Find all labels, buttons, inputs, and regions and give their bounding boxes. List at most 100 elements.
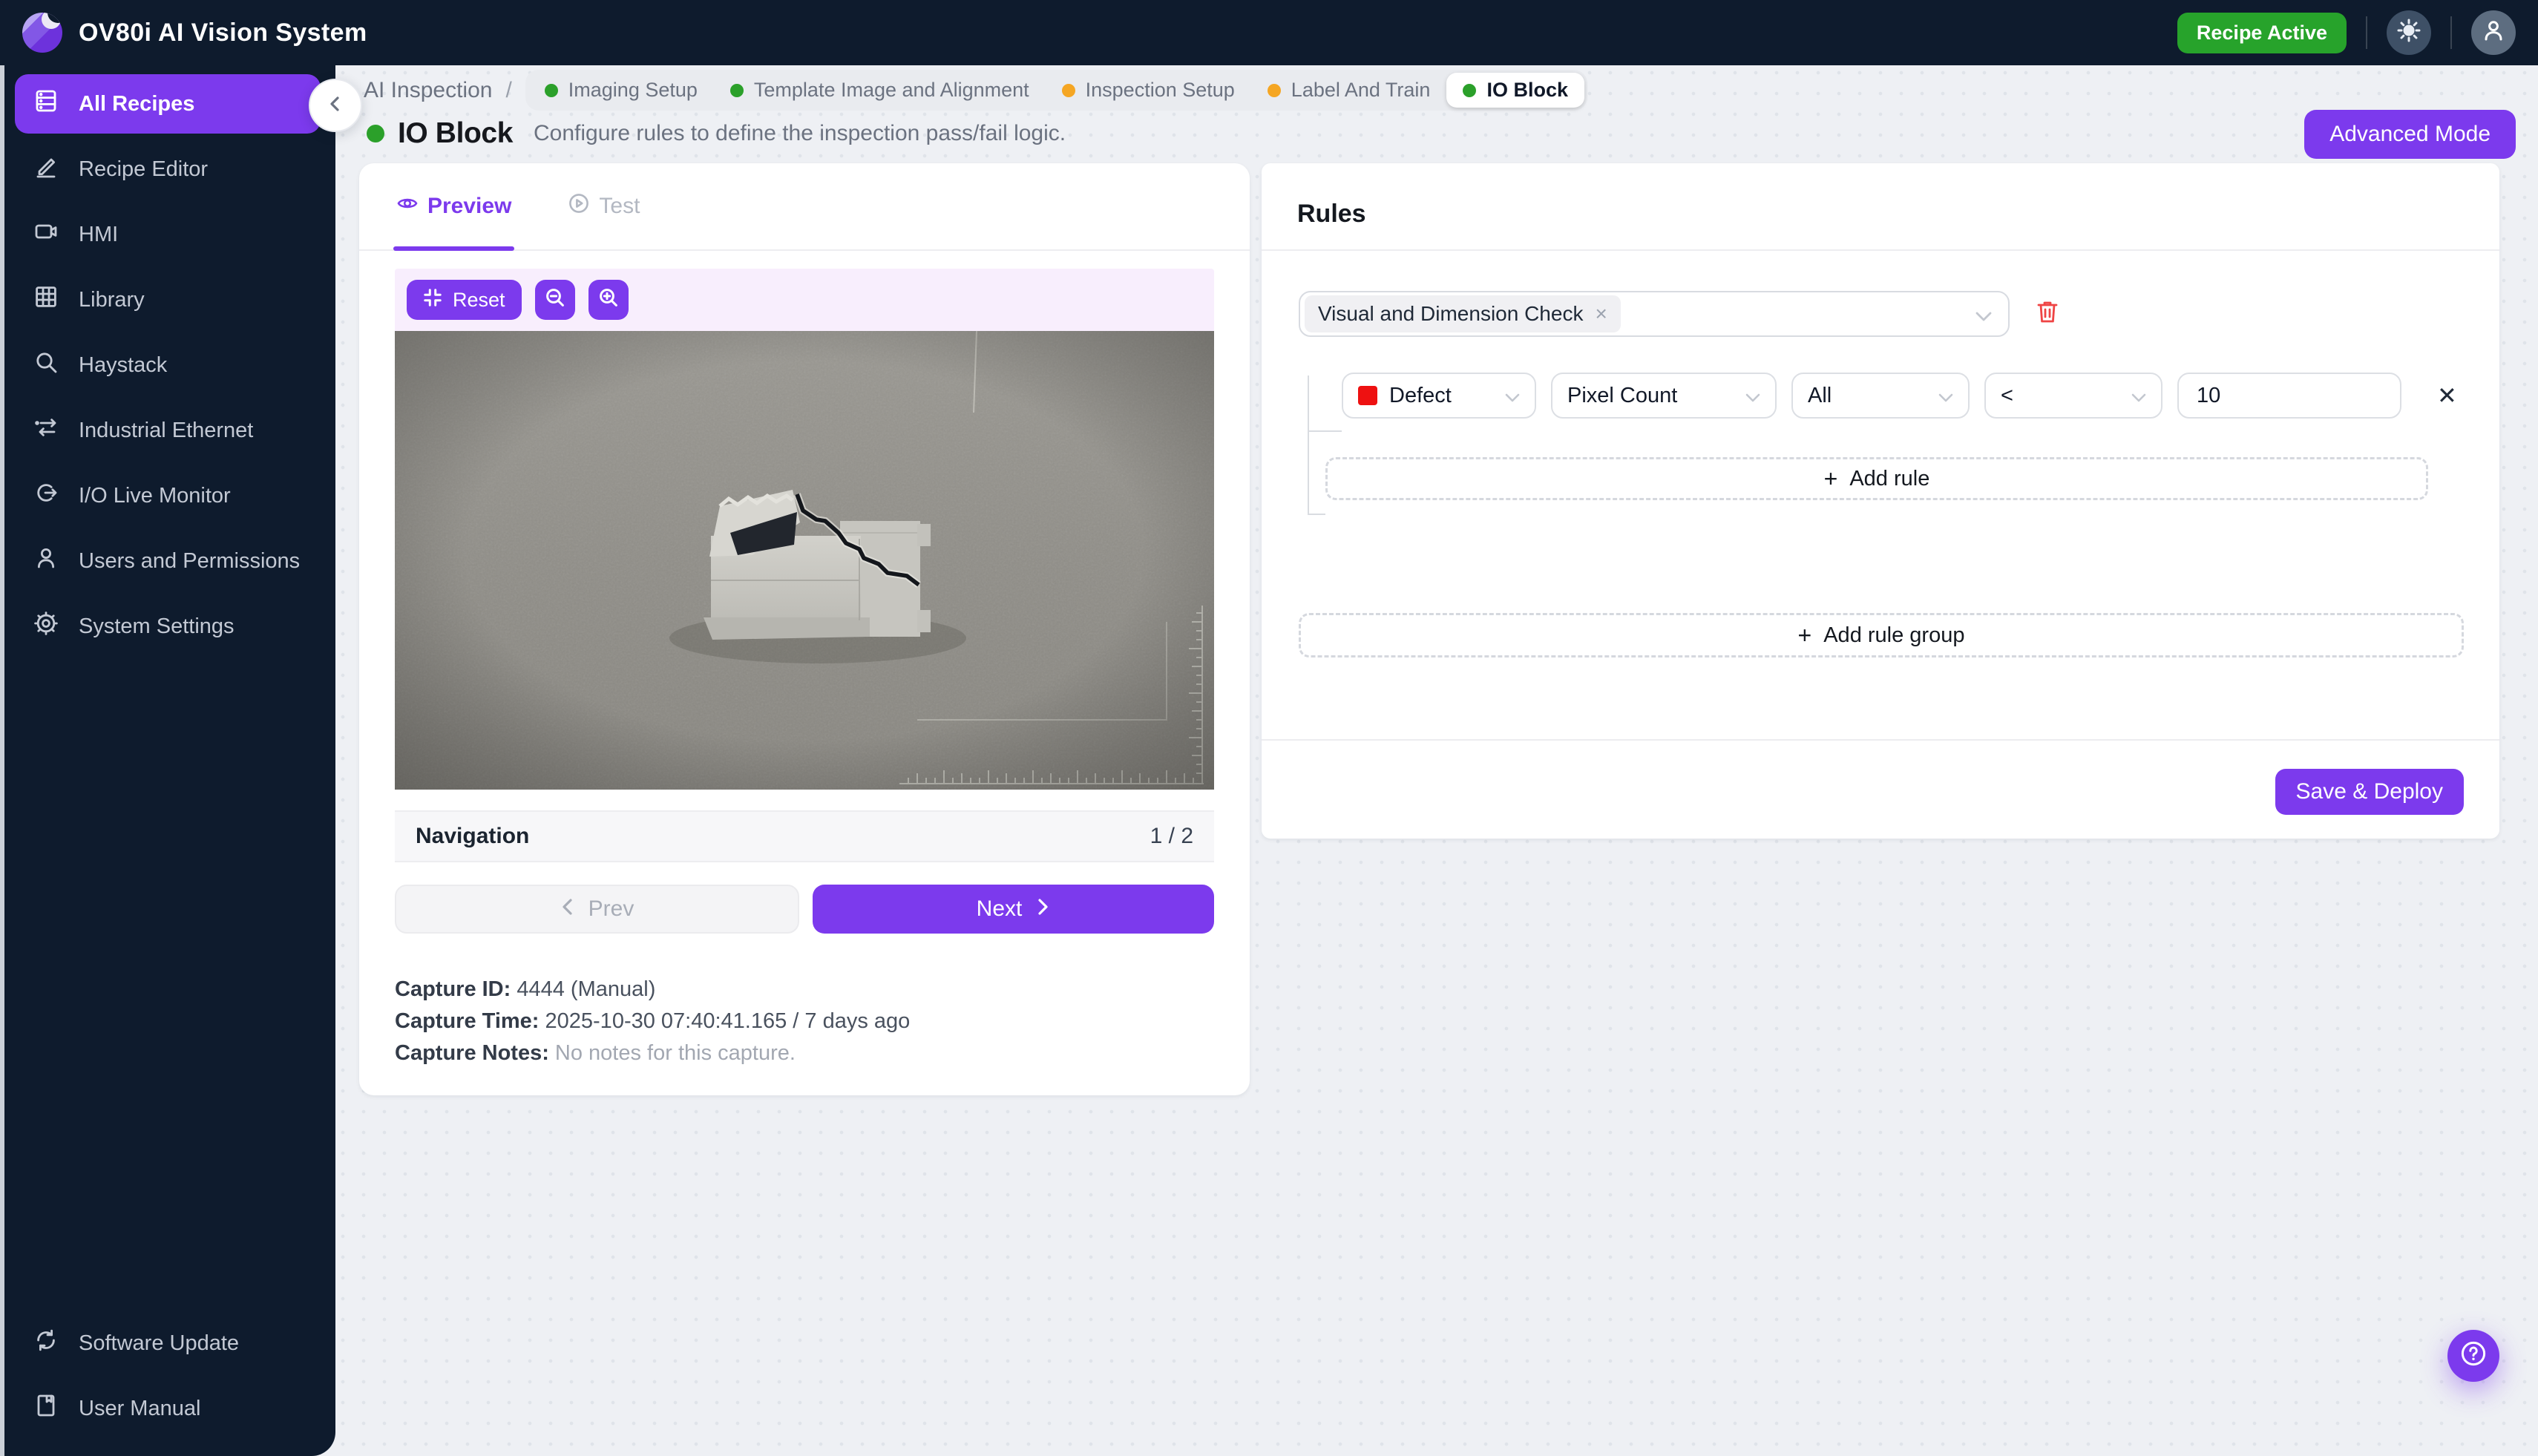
user-avatar[interactable] — [2471, 10, 2516, 55]
advanced-mode-button[interactable]: Advanced Mode — [2304, 110, 2516, 159]
capture-id-line: Capture ID: 4444 (Manual) — [395, 974, 1214, 1006]
sidebar-collapse-button[interactable] — [309, 79, 362, 132]
book-icon — [33, 1392, 59, 1425]
next-button[interactable]: Next — [813, 885, 1214, 934]
breadcrumb-root[interactable]: AI Inspection — [364, 78, 492, 103]
rule-scope-value: All — [1808, 383, 1832, 407]
rule-group-select[interactable]: Visual and Dimension Check × — [1299, 291, 2010, 337]
tab-label: Test — [599, 194, 640, 218]
prev-button[interactable]: Prev — [395, 885, 799, 934]
eye-icon — [396, 192, 419, 220]
remove-rule-button[interactable]: ✕ — [2437, 384, 2457, 407]
help-button[interactable] — [2447, 1330, 2499, 1382]
sidebar-item-hmi[interactable]: HMI — [15, 205, 321, 264]
sidebar-item-haystack[interactable]: Haystack — [15, 335, 321, 395]
rules-title: Rules — [1297, 200, 1366, 228]
rule-metric-select[interactable]: Pixel Count — [1551, 373, 1777, 419]
zoom-out-icon — [545, 287, 565, 313]
ethernet-arrows-icon — [33, 414, 59, 447]
rule-scope-select[interactable]: All — [1791, 373, 1970, 419]
step-label: Imaging Setup — [568, 79, 698, 101]
sidebar-item-system-settings[interactable]: System Settings — [15, 597, 321, 656]
grid-icon — [33, 283, 59, 316]
zoom-in-button[interactable] — [588, 280, 629, 320]
reset-view-button[interactable]: Reset — [407, 280, 522, 320]
tab-test[interactable]: Test — [568, 163, 640, 249]
user-icon — [33, 545, 59, 577]
sidebar-item-software-update[interactable]: Software Update — [15, 1314, 321, 1373]
step-template-image-alignment[interactable]: Template Image and Alignment — [714, 73, 1046, 108]
search-icon — [33, 349, 59, 381]
sidebar-item-user-manual[interactable]: User Manual — [15, 1379, 321, 1438]
sidebar-item-library[interactable]: Library — [15, 270, 321, 329]
navigation-strip: Navigation 1 / 2 — [395, 810, 1214, 862]
capture-id-value: 4444 (Manual) — [517, 977, 656, 1001]
gear-icon — [33, 610, 59, 643]
preview-card: Preview Test Reset Navigation 1 / 2 Prev… — [359, 163, 1250, 1095]
sidebar-item-label: Software Update — [79, 1331, 240, 1355]
status-dot — [1267, 83, 1281, 97]
theme-toggle-button[interactable] — [2387, 10, 2431, 55]
step-io-block[interactable]: IO Block — [1446, 73, 1584, 108]
reset-label: Reset — [453, 288, 505, 311]
add-rule-group-button[interactable]: + Add rule group — [1299, 613, 2464, 658]
recipes-icon — [33, 88, 59, 120]
status-dot — [1061, 83, 1075, 97]
camera-icon — [33, 218, 59, 251]
step-label: Template Image and Alignment — [753, 79, 1029, 101]
page-title: IO Block — [398, 117, 514, 149]
rule-operator-value: < — [2001, 383, 2013, 407]
zoom-in-icon — [598, 287, 619, 313]
rules-card: Rules Visual and Dimension Check × Defec… — [1262, 163, 2499, 839]
add-rule-label: Add rule — [1849, 466, 1930, 491]
rule-operator-select[interactable]: < — [1984, 373, 2162, 419]
sidebar-item-label: I/O Live Monitor — [79, 483, 231, 508]
trash-icon — [2035, 298, 2060, 330]
step-label-and-train[interactable]: Label And Train — [1251, 73, 1447, 108]
step-imaging-setup[interactable]: Imaging Setup — [528, 73, 714, 108]
preview-tabs: Preview Test — [359, 163, 1250, 251]
prev-label: Prev — [588, 896, 634, 921]
chevron-down-icon — [1505, 384, 1520, 408]
add-rule-button[interactable]: + Add rule — [1325, 457, 2428, 500]
rule-threshold-input[interactable] — [2177, 373, 2401, 419]
center-view-icon — [423, 288, 442, 312]
step-inspection-setup[interactable]: Inspection Setup — [1046, 73, 1251, 108]
sidebar-item-industrial-ethernet[interactable]: Industrial Ethernet — [15, 401, 321, 460]
sidebar-item-all-recipes[interactable]: All Recipes — [15, 74, 321, 134]
sidebar-item-io-live-monitor[interactable]: I/O Live Monitor — [15, 466, 321, 525]
divider — [2366, 16, 2367, 49]
play-circle-icon — [568, 192, 590, 220]
workflow-stepper: Imaging Setup Template Image and Alignme… — [525, 70, 1587, 111]
inspection-image-canvas[interactable] — [395, 331, 1214, 790]
sidebar-item-recipe-editor[interactable]: Recipe Editor — [15, 140, 321, 199]
chevron-down-icon — [1938, 384, 1953, 408]
zoom-out-button[interactable] — [534, 280, 575, 320]
tab-preview[interactable]: Preview — [393, 163, 514, 251]
sidebar-item-label: All Recipes — [79, 91, 195, 116]
step-label: IO Block — [1486, 79, 1568, 101]
page-header: IO Block Configure rules to define the i… — [367, 117, 1066, 150]
status-dot — [544, 83, 558, 97]
rule-metric-value: Pixel Count — [1567, 383, 1678, 407]
person-icon — [2481, 18, 2506, 48]
delete-group-button[interactable] — [2035, 298, 2060, 330]
divider — [1262, 249, 2499, 251]
add-rule-group-label: Add rule group — [1823, 623, 1965, 647]
image-toolbar: Reset — [395, 269, 1214, 331]
sidebar-item-users-permissions[interactable]: Users and Permissions — [15, 531, 321, 591]
next-label: Next — [976, 896, 1023, 921]
sun-icon — [2397, 19, 2421, 47]
save-deploy-button[interactable]: Save & Deploy — [2275, 769, 2464, 815]
chevron-down-icon — [1745, 384, 1760, 408]
capture-info: Capture ID: 4444 (Manual) Capture Time: … — [395, 974, 1214, 1069]
sidebar-item-label: User Manual — [79, 1396, 201, 1420]
question-circle-icon — [2457, 1337, 2490, 1375]
remove-tag-icon[interactable]: × — [1595, 302, 1607, 326]
page-subtitle: Configure rules to define the inspection… — [534, 121, 1066, 145]
rule-target-select[interactable]: Defect — [1342, 373, 1536, 419]
tab-label: Preview — [427, 194, 512, 218]
navigation-counter: 1 / 2 — [1150, 824, 1193, 848]
recipe-status-badge[interactable]: Recipe Active — [2177, 12, 2347, 53]
status-dot — [1463, 83, 1477, 97]
